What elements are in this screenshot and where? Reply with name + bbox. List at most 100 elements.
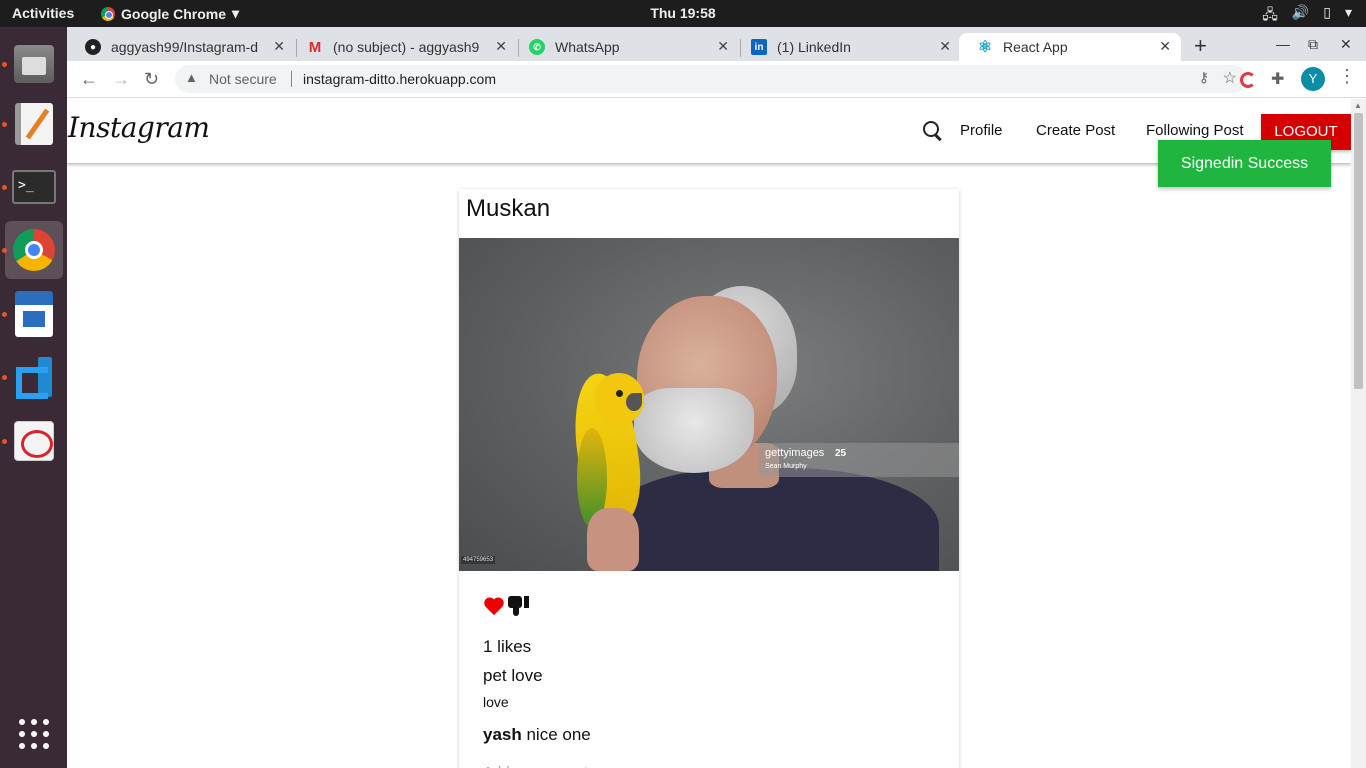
thumbs-down-icon[interactable] (507, 595, 531, 617)
clock[interactable]: Thu 19:58 (0, 5, 1366, 21)
tab-title: (1) LinkedIn (777, 39, 851, 55)
post-card: Muskan gettyimages 25 Sean Murphy 494759… (459, 189, 959, 768)
files-icon (14, 45, 54, 83)
dock-files[interactable] (2, 35, 63, 93)
dock: >_ (0, 27, 67, 768)
profile-avatar[interactable]: Y (1301, 67, 1325, 91)
chevron-down-icon: ▾ (1344, 4, 1352, 20)
tab-whatsapp[interactable]: ✆ WhatsApp ✕ (511, 33, 739, 61)
post-reactions (483, 595, 531, 617)
tab-title: aggyash99/Instagram-d (111, 39, 259, 55)
brand-logo[interactable]: Instagram (68, 111, 210, 144)
close-icon[interactable]: ✕ (717, 38, 729, 55)
close-icon[interactable]: ✕ (495, 38, 507, 55)
toast-notification: Signedin Success (1158, 140, 1331, 187)
post-image: gettyimages 25 Sean Murphy 494759653 (459, 238, 959, 571)
image-watermark: gettyimages 25 Sean Murphy (759, 443, 959, 477)
post-body: love (483, 694, 509, 710)
bookmark-star-icon[interactable]: ☆ (1223, 68, 1237, 88)
terminal-icon: >_ (12, 170, 56, 204)
new-tab-button[interactable]: + (1194, 33, 1207, 59)
minimize-button[interactable]: — (1276, 36, 1290, 52)
more-menu-icon[interactable]: ⋮ (1338, 66, 1356, 87)
volume-icon: 🔊 (1291, 4, 1310, 20)
comment-user: yash (483, 725, 522, 744)
tab-strip: ● aggyash99/Instagram-d ✕ M (no subject)… (67, 27, 1366, 61)
dock-chrome[interactable] (2, 221, 63, 279)
security-label[interactable]: Not secure (209, 71, 277, 87)
page-scrollbar[interactable]: ▲ (1351, 99, 1366, 768)
grammarly-extension-icon[interactable] (1240, 72, 1256, 88)
scroll-up-arrow[interactable]: ▲ (1354, 101, 1362, 110)
post-author[interactable]: Muskan (466, 195, 550, 223)
battery-icon: ▯ (1323, 4, 1331, 20)
photo-id: 494759653 (461, 556, 496, 564)
key-icon[interactable]: ⚷ (1199, 69, 1209, 86)
dock-terminal[interactable]: >_ (2, 158, 63, 216)
nav-profile-link[interactable]: Profile (960, 122, 1003, 139)
show-applications-button[interactable] (5, 705, 63, 763)
tab-react-app[interactable]: ⚛ React App ✕ (959, 33, 1181, 61)
tab-title: React App (1003, 39, 1068, 55)
react-icon: ⚛ (977, 39, 993, 56)
reload-button[interactable]: ↻ (144, 69, 159, 90)
whatsapp-icon: ✆ (529, 39, 545, 55)
tab-title: WhatsApp (555, 39, 620, 55)
system-tray[interactable]: 🖧 🔊 ▯ ▾ (1262, 4, 1352, 28)
dock-pdf-viewer[interactable] (2, 412, 63, 470)
vscode-icon (14, 357, 54, 397)
nav-following-post-link[interactable]: Following Post (1146, 122, 1244, 139)
pdf-viewer-icon (14, 421, 54, 461)
running-indicator (2, 375, 7, 380)
system-top-bar: Activities Google Chrome ▾ Thu 19:58 🖧 🔊… (0, 0, 1366, 27)
gmail-icon: M (308, 38, 322, 56)
writer-icon (15, 291, 53, 337)
github-icon: ● (85, 39, 101, 55)
extensions-puzzle-icon[interactable]: ✚ (1271, 69, 1284, 89)
dock-text-editor[interactable] (2, 95, 63, 153)
comment-item: yash nice one (483, 725, 591, 745)
nav-create-post-link[interactable]: Create Post (1036, 122, 1115, 139)
text-editor-icon (15, 103, 53, 145)
browser-toolbar: ← → ↻ ▲ Not secure instagram-ditto.herok… (67, 61, 1366, 98)
warning-icon[interactable]: ▲ (185, 70, 198, 85)
running-indicator (2, 248, 7, 253)
running-indicator (2, 62, 7, 67)
heart-icon[interactable] (483, 596, 505, 616)
close-window-button[interactable]: ✕ (1340, 36, 1352, 53)
watermark-credit: Sean Murphy (765, 463, 807, 470)
tab-title: (no subject) - aggyash9 (333, 39, 480, 55)
watermark-brand: gettyimages (765, 447, 825, 459)
running-indicator (2, 185, 7, 190)
comment-input[interactable] (483, 759, 933, 768)
tab-gmail[interactable]: M (no subject) - aggyash9 ✕ (289, 33, 517, 61)
forward-button[interactable]: → (112, 69, 130, 90)
tab-github[interactable]: ● aggyash99/Instagram-d ✕ (67, 33, 295, 61)
watermark-id: 25 (835, 448, 847, 459)
network-icon: 🖧 (1262, 6, 1278, 22)
close-icon[interactable]: ✕ (1159, 38, 1171, 55)
post-title: pet love (483, 666, 543, 685)
address-divider (291, 71, 292, 87)
tab-linkedin[interactable]: in (1) LinkedIn ✕ (733, 33, 961, 61)
comment-text: nice one (521, 725, 591, 744)
running-indicator (2, 122, 7, 127)
running-indicator (2, 312, 7, 317)
dock-vscode[interactable] (2, 348, 63, 406)
running-indicator (2, 439, 7, 444)
close-icon[interactable]: ✕ (273, 38, 285, 55)
app-grid-icon (19, 719, 49, 749)
chrome-icon (13, 229, 55, 271)
page-viewport: Instagram Profile Create Post Following … (67, 99, 1351, 768)
dock-libreoffice-writer[interactable] (2, 285, 63, 343)
maximize-button[interactable]: ⧉ (1308, 36, 1318, 53)
close-icon[interactable]: ✕ (939, 38, 951, 55)
likes-count: 1 likes (483, 637, 532, 656)
browser-window: ● aggyash99/Instagram-d ✕ M (no subject)… (67, 27, 1366, 768)
search-icon[interactable] (922, 120, 942, 140)
url-text[interactable]: instagram-ditto.herokuapp.com (303, 71, 496, 87)
address-bar[interactable]: ▲ Not secure instagram-ditto.herokuapp.c… (175, 65, 1247, 93)
scrollbar-thumb[interactable] (1354, 113, 1363, 389)
back-button[interactable]: ← (80, 69, 98, 90)
linkedin-icon: in (751, 39, 767, 55)
